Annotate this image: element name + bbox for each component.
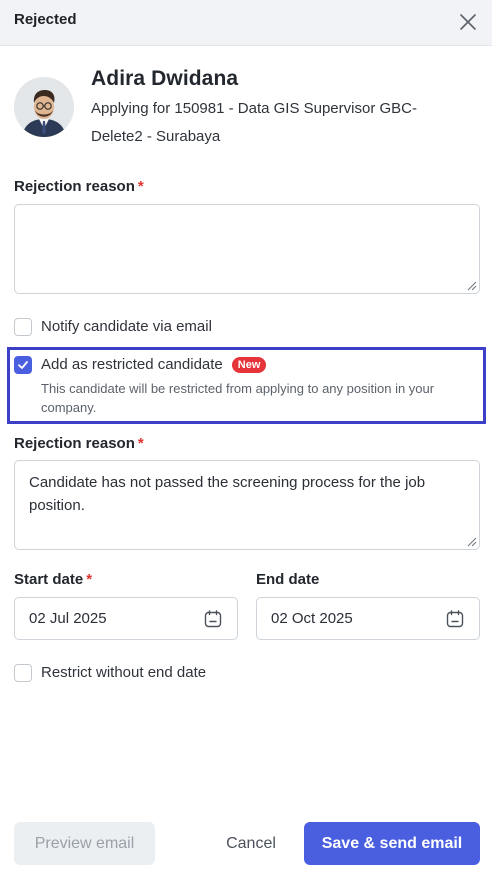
start-date-input[interactable]: 02 Jul 2025 (14, 597, 238, 640)
restricted-candidate-checkbox[interactable] (14, 356, 32, 374)
check-icon (18, 361, 28, 369)
end-date-label: End date (256, 571, 320, 588)
resize-grip-icon (467, 537, 477, 547)
save-send-email-button[interactable]: Save & send email (304, 822, 480, 865)
resize-grip-icon (467, 281, 477, 291)
close-button[interactable] (456, 10, 480, 34)
end-date-value: 02 Oct 2025 (271, 610, 353, 627)
applying-line-1: Applying for 150981 - Data GIS Superviso… (91, 100, 417, 117)
modal-title: Rejected (14, 11, 77, 28)
applying-line-2: Delete2 - Surabaya (91, 128, 221, 145)
end-date-input[interactable]: 02 Oct 2025 (256, 597, 480, 640)
new-badge: New (231, 357, 267, 373)
start-date-value: 02 Jul 2025 (29, 610, 107, 627)
preview-email-button[interactable]: Preview email (14, 822, 155, 865)
notify-candidate-label: Notify candidate via email (41, 318, 212, 335)
cancel-button[interactable]: Cancel (212, 822, 290, 865)
required-mark: * (137, 178, 144, 195)
candidate-avatar (14, 77, 74, 137)
rejection-reason-textarea[interactable] (14, 204, 480, 294)
restricted-candidate-description: This candidate will be restricted from a… (41, 381, 435, 415)
no-end-date-label: Restrict without end date (41, 664, 207, 681)
calendar-icon[interactable] (445, 609, 465, 629)
rejection-reason-label-2: Rejection reason * (14, 435, 144, 452)
required-mark: * (137, 435, 144, 452)
notify-candidate-option[interactable]: Notify candidate via email (14, 318, 212, 336)
start-date-label: Start date * (14, 571, 93, 588)
no-end-date-option[interactable]: Restrict without end date (14, 664, 206, 682)
modal-header: Rejected (0, 0, 492, 46)
candidate-name: Adira Dwidana (91, 67, 239, 90)
close-icon (460, 14, 476, 30)
required-mark: * (86, 571, 93, 588)
rejection-reason-label: Rejection reason * (14, 178, 144, 195)
candidate-applying-position: Applying for 150981 - Data GIS Superviso… (91, 95, 471, 151)
notify-candidate-checkbox[interactable] (14, 318, 32, 336)
no-end-date-checkbox[interactable] (14, 664, 32, 682)
calendar-icon[interactable] (203, 609, 223, 629)
restriction-reason-textarea[interactable] (14, 460, 480, 550)
restricted-candidate-label: Add as restricted candidate New (41, 356, 267, 374)
restricted-candidate-option[interactable]: Add as restricted candidate New (14, 356, 267, 374)
